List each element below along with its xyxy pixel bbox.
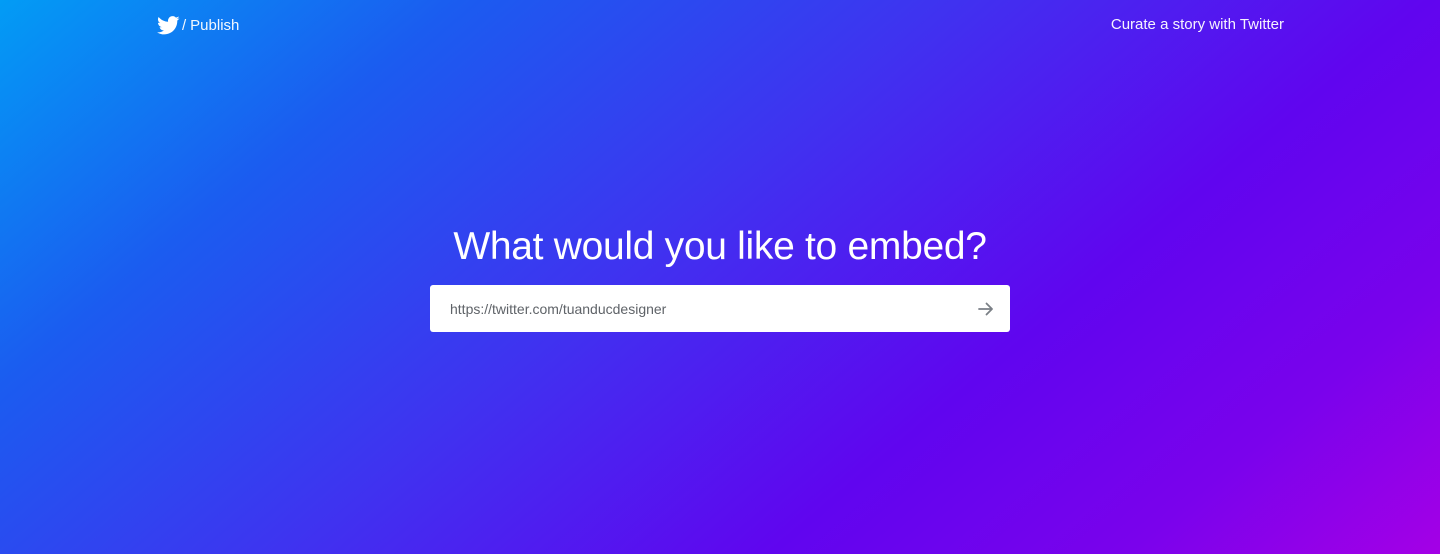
submit-button[interactable] <box>962 285 1010 332</box>
embed-url-input[interactable] <box>430 286 962 331</box>
arrow-right-icon <box>978 302 994 316</box>
twitter-bird-icon[interactable] <box>157 15 180 35</box>
curate-story-link[interactable]: Curate a story with Twitter <box>1111 16 1284 33</box>
publish-link[interactable]: Publish <box>190 17 239 34</box>
top-bar: / Publish Curate a story with Twitter <box>0 0 1440 50</box>
brand-separator: / <box>182 16 187 34</box>
embed-form <box>430 285 1010 332</box>
brand[interactable]: / Publish <box>157 14 239 36</box>
page-title: What would you like to embed? <box>453 225 987 268</box>
